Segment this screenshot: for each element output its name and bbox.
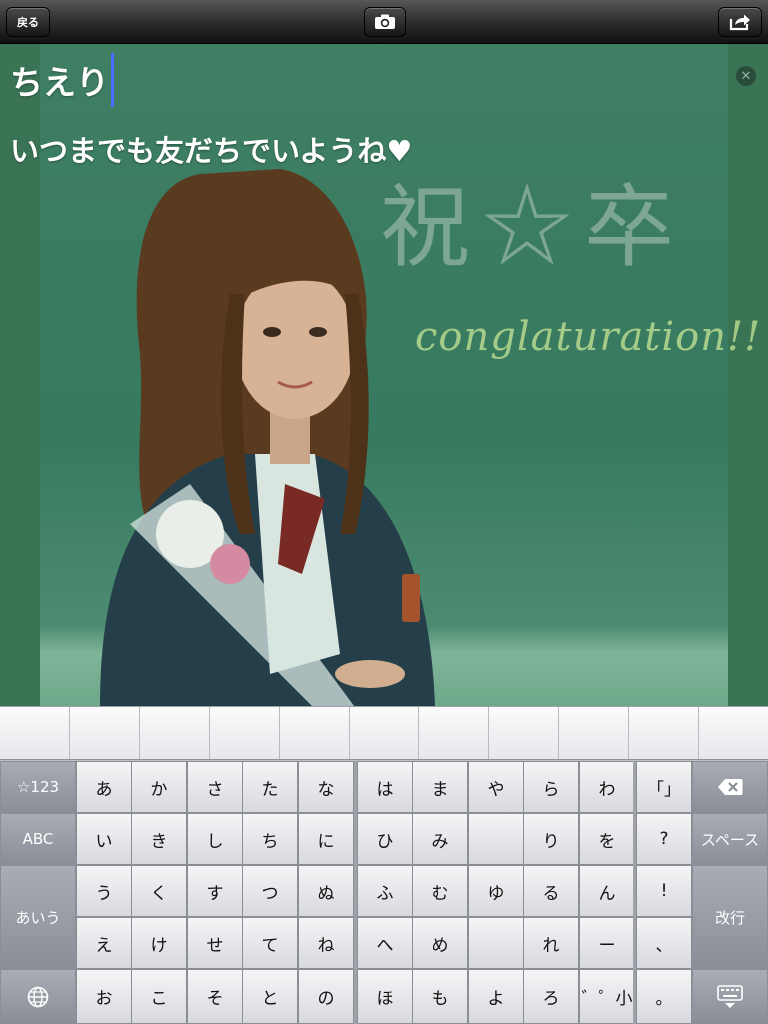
kana-key[interactable]: り: [523, 813, 579, 865]
keyboard-divider: [354, 761, 357, 1024]
globe-key[interactable]: [0, 969, 76, 1024]
candidate-slot[interactable]: [280, 707, 350, 759]
kana-key[interactable]: は: [357, 761, 413, 813]
kana-key[interactable]: た: [242, 761, 298, 813]
alphabet-mode-key[interactable]: ABC: [0, 813, 76, 865]
candidate-bar: [0, 706, 768, 760]
student-photo: [100, 169, 435, 706]
kana-key[interactable]: ゛゜小: [579, 969, 635, 1024]
share-button[interactable]: [718, 7, 762, 37]
kana-key[interactable]: し: [187, 813, 243, 865]
return-key[interactable]: 改行: [692, 865, 768, 969]
candidate-slot[interactable]: [210, 707, 280, 759]
kana-key[interactable]: て: [242, 917, 298, 969]
numbers-symbols-key[interactable]: ☆123: [0, 761, 76, 813]
camera-icon: [375, 14, 395, 29]
kana-key[interactable]: や: [468, 761, 524, 813]
kana-key[interactable]: む: [412, 865, 468, 917]
kana-key[interactable]: ぬ: [298, 865, 354, 917]
kana-key[interactable]: さ: [187, 761, 243, 813]
top-toolbar: 戻る: [0, 0, 768, 44]
space-key[interactable]: スペース: [692, 813, 768, 865]
globe-icon: [27, 986, 49, 1007]
keyboard-divider: [633, 761, 636, 1024]
text-cursor: [111, 53, 114, 107]
kana-key[interactable]: る: [523, 865, 579, 917]
candidate-slot[interactable]: [629, 707, 700, 759]
kana-key[interactable]: あ: [76, 761, 132, 813]
dismiss-keyboard-key[interactable]: [692, 969, 768, 1024]
name-text: ちえり: [10, 63, 109, 102]
kana-key[interactable]: せ: [187, 917, 243, 969]
candidate-slot[interactable]: [0, 707, 70, 759]
candidate-slot[interactable]: [350, 707, 420, 759]
kana-mode-key[interactable]: あいう: [0, 865, 76, 969]
kana-key[interactable]: ひ: [357, 813, 413, 865]
kana-key[interactable]: ま: [412, 761, 468, 813]
back-button[interactable]: 戻る: [6, 7, 50, 37]
share-icon: [729, 14, 750, 31]
kana-key[interactable]: [468, 813, 524, 865]
kana-key[interactable]: ゆ: [468, 865, 524, 917]
kana-key[interactable]: め: [412, 917, 468, 969]
keyboard-dismiss-icon: [717, 984, 743, 1008]
chalkboard-english: conglaturation!!: [415, 314, 762, 360]
kana-key[interactable]: を: [579, 813, 635, 865]
kana-key[interactable]: う: [76, 865, 132, 917]
photo-border-right: [728, 44, 768, 706]
clear-icon: ✕: [740, 68, 752, 84]
kana-key[interactable]: わ: [579, 761, 635, 813]
kana-key[interactable]: お: [76, 969, 132, 1024]
kana-key[interactable]: え: [76, 917, 132, 969]
photo-canvas[interactable]: 祝☆卒 conglaturation!! ちえり ✕ いつまでも友だちでいようね…: [0, 44, 768, 706]
kana-key[interactable]: ー: [579, 917, 635, 969]
candidate-slot[interactable]: [140, 707, 210, 759]
kana-key[interactable]: つ: [242, 865, 298, 917]
delete-key[interactable]: [692, 761, 768, 813]
kana-key[interactable]: れ: [523, 917, 579, 969]
candidate-slot[interactable]: [489, 707, 560, 759]
candidate-slot[interactable]: [70, 707, 140, 759]
kana-key[interactable]: く: [131, 865, 187, 917]
kana-key[interactable]: け: [131, 917, 187, 969]
kana-key[interactable]: こ: [131, 969, 187, 1024]
kana-key[interactable]: ら: [523, 761, 579, 813]
backspace-icon: [718, 779, 743, 795]
candidate-slot[interactable]: [699, 707, 768, 759]
punctuation-key[interactable]: !: [636, 865, 692, 917]
kana-key[interactable]: へ: [357, 917, 413, 969]
kana-key[interactable]: ん: [579, 865, 635, 917]
kana-key[interactable]: な: [298, 761, 354, 813]
message-text-field[interactable]: いつまでも友だちでいようね♥: [10, 128, 412, 170]
name-text-field[interactable]: ちえり: [10, 53, 114, 107]
kana-key[interactable]: [468, 917, 524, 969]
candidate-slot[interactable]: [559, 707, 630, 759]
kana-key[interactable]: き: [131, 813, 187, 865]
kana-key[interactable]: と: [242, 969, 298, 1024]
kana-key[interactable]: よ: [468, 969, 524, 1024]
kana-key[interactable]: に: [298, 813, 354, 865]
kana-key[interactable]: ふ: [357, 865, 413, 917]
kana-key[interactable]: ほ: [357, 969, 413, 1024]
kana-key[interactable]: す: [187, 865, 243, 917]
punctuation-key[interactable]: 。: [636, 969, 692, 1024]
camera-button[interactable]: [364, 7, 406, 37]
candidate-slot[interactable]: [419, 707, 490, 759]
clear-text-button[interactable]: ✕: [736, 66, 756, 86]
punctuation-key[interactable]: 、: [636, 917, 692, 969]
kana-key[interactable]: ろ: [523, 969, 579, 1024]
kana-key[interactable]: そ: [187, 969, 243, 1024]
kana-key[interactable]: い: [76, 813, 132, 865]
japanese-kana-keyboard: ☆123 ABC あいう あいうえお かきくけこ さしすせそ たちつてと なにぬねの はひ…: [0, 706, 768, 1024]
kana-key[interactable]: か: [131, 761, 187, 813]
kana-key[interactable]: も: [412, 969, 468, 1024]
kana-key[interactable]: ち: [242, 813, 298, 865]
punctuation-key[interactable]: ?: [636, 813, 692, 865]
kana-key[interactable]: み: [412, 813, 468, 865]
kana-key[interactable]: ね: [298, 917, 354, 969]
punctuation-key[interactable]: 「」: [636, 761, 692, 813]
kana-key[interactable]: の: [298, 969, 354, 1024]
